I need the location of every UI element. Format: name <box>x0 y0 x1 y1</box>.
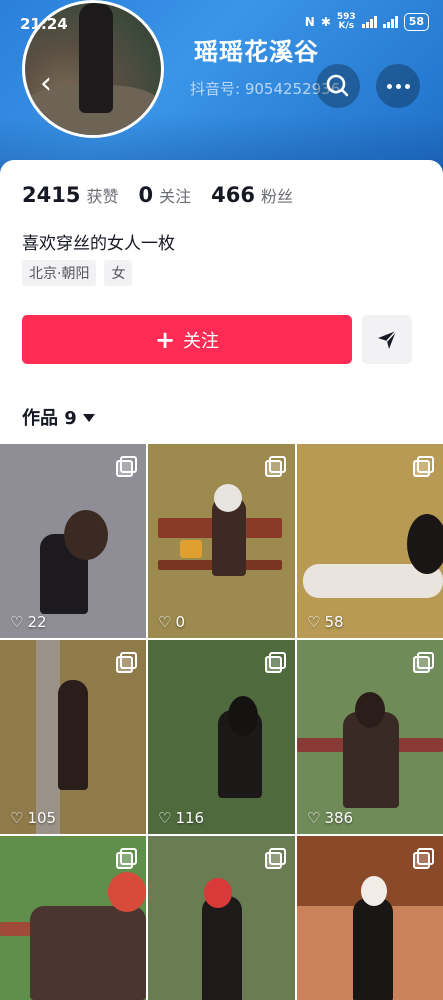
work-item[interactable]: ♡ 22 <box>0 444 146 638</box>
battery-indicator: 58 <box>403 13 429 31</box>
heart-icon: ♡ <box>10 809 24 827</box>
status-time: 21:24 <box>20 15 68 33</box>
multi-photo-icon <box>413 652 434 673</box>
multi-photo-icon <box>116 848 137 869</box>
works-grid: ♡ 22 ♡ 0 ♡ 58 ♡ 105 ♡ 116 ♡ 386 <box>0 444 443 1000</box>
location-tag: 北京·朝阳 <box>22 260 97 286</box>
status-bar: 21:24 N ✱ 593 K/s 58 <box>0 0 443 48</box>
like-count: ♡ 0 <box>158 613 185 631</box>
works-tab[interactable]: 作品 9 <box>22 404 95 430</box>
profile-tags: 北京·朝阳 女 <box>22 260 133 286</box>
gender-tag: 女 <box>104 260 133 286</box>
multi-photo-icon <box>413 848 434 869</box>
work-item[interactable]: ♡ 58 <box>297 444 443 638</box>
work-item[interactable]: ♡ 0 <box>148 444 295 638</box>
follow-button[interactable]: + 关注 <box>22 315 352 364</box>
profile-bio: 喜欢穿丝的女人一枚 <box>22 234 175 254</box>
nfc-icon: N <box>304 15 315 29</box>
heart-icon: ♡ <box>307 613 321 631</box>
dot-icon <box>404 83 410 89</box>
work-item[interactable]: ♡ 105 <box>0 640 146 834</box>
search-icon <box>326 74 349 97</box>
multi-photo-icon <box>265 652 286 673</box>
work-item[interactable]: ♡ 386 <box>297 640 443 834</box>
stat-likes[interactable]: 2415 获赞 <box>22 183 118 207</box>
heart-icon: ♡ <box>307 809 321 827</box>
work-item[interactable] <box>148 836 295 1000</box>
signal-icon <box>382 16 398 28</box>
stat-followers[interactable]: 466 粉丝 <box>211 183 293 207</box>
heart-icon: ♡ <box>158 809 172 827</box>
like-count: ♡ 22 <box>10 613 47 631</box>
signal-icon <box>361 16 377 28</box>
multi-photo-icon <box>413 456 434 477</box>
multi-photo-icon <box>116 652 137 673</box>
network-speed: 593 K/s <box>336 12 356 31</box>
bluetooth-icon: ✱ <box>320 15 331 29</box>
stat-following[interactable]: 0 关注 <box>138 183 191 207</box>
dot-icon <box>395 83 401 89</box>
heart-icon: ♡ <box>10 613 24 631</box>
like-count: ♡ 58 <box>307 613 344 631</box>
like-count: ♡ 386 <box>307 809 354 827</box>
multi-photo-icon <box>116 456 137 477</box>
work-item[interactable] <box>297 836 443 1000</box>
like-count: ♡ 105 <box>10 809 57 827</box>
send-message-button[interactable] <box>362 315 412 364</box>
plus-icon: + <box>154 325 176 354</box>
work-item[interactable] <box>0 836 146 1000</box>
like-count: ♡ 116 <box>158 809 205 827</box>
heart-icon: ♡ <box>158 613 172 631</box>
work-item[interactable]: ♡ 116 <box>148 640 295 834</box>
caret-down-icon <box>82 414 95 422</box>
search-button[interactable] <box>316 64 360 108</box>
multi-photo-icon <box>265 848 286 869</box>
multi-photo-icon <box>265 456 286 477</box>
send-icon <box>378 329 397 349</box>
dot-icon <box>386 83 392 89</box>
profile-stats: 2415 获赞 0 关注 466 粉丝 <box>22 183 293 207</box>
more-options-button[interactable] <box>376 64 420 108</box>
profile-panel: 2415 获赞 0 关注 466 粉丝 喜欢穿丝的女人一枚 北京·朝阳 女 + … <box>0 160 443 444</box>
back-arrow-icon[interactable]: ‹ <box>28 66 64 102</box>
